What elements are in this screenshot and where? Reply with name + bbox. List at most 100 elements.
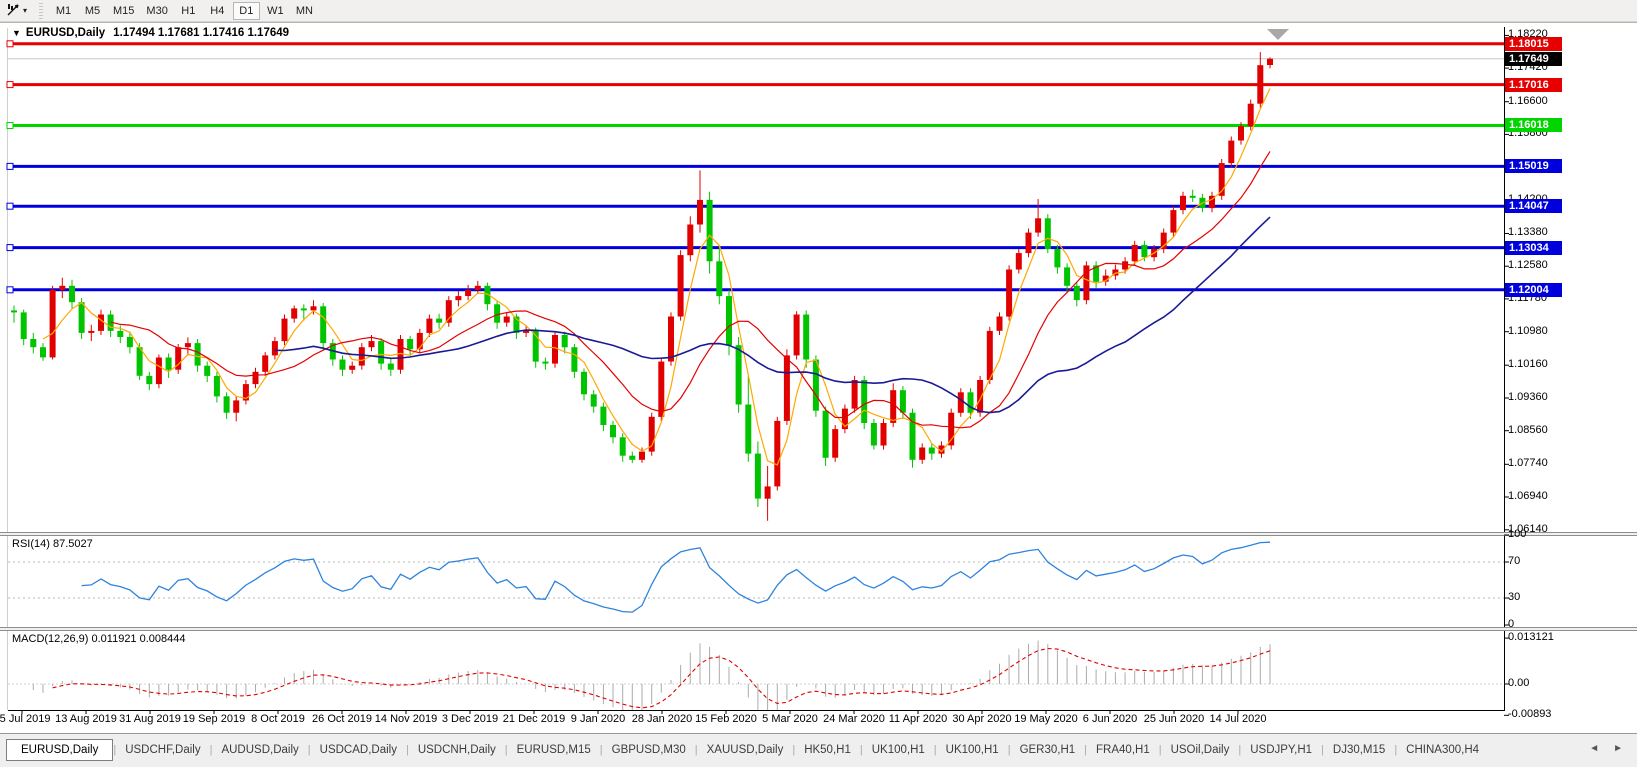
price-line-tag: 1.16018 [1505, 118, 1562, 133]
symbol-dropdown-icon[interactable]: ▼ [12, 28, 21, 38]
date-axis-label: 31 Aug 2019 [119, 713, 181, 725]
price-line-tag: 1.14047 [1505, 199, 1562, 214]
chart-shift-marker-icon[interactable] [1267, 29, 1289, 40]
rsi-name: RSI(14) [12, 538, 50, 550]
date-axis-label: 13 Aug 2019 [55, 713, 117, 725]
macd-name: MACD(12,26,9) [12, 633, 89, 645]
axis-ticks [21, 34, 1509, 716]
rsi-pane [8, 541, 1504, 613]
date-axis-label: 6 Jun 2020 [1082, 713, 1138, 725]
chart-tab-usdcnh-daily[interactable]: USDCNH,Daily [409, 740, 505, 760]
price-axis-label: 1.08560 [1508, 423, 1548, 436]
date-axis-label: 9 Jan 2020 [570, 713, 626, 725]
macd-signal-line [52, 647, 1271, 709]
scroll-tabs-right-icon[interactable]: ► [1613, 743, 1623, 754]
date-axis-label: 21 Dec 2019 [502, 713, 566, 725]
symbol-period-label: EURUSD,Daily [25, 27, 106, 39]
line-handle[interactable] [6, 286, 14, 294]
chart-tab-audusd-daily[interactable]: AUDUSD,Daily [212, 740, 307, 760]
macd-axis-label: 0.00 [1508, 677, 1530, 689]
rsi-line [81, 541, 1271, 613]
horizontal-lines [6, 40, 1504, 294]
current-price-tag: 1.17649 [1505, 51, 1562, 66]
price-axis-label: 1.10980 [1508, 324, 1548, 337]
macd-axis-label: 0.013121 [1508, 631, 1554, 644]
chart-tab-hk50-h1[interactable]: HK50,H1 [795, 740, 860, 760]
chart-tab-xauusd-daily[interactable]: XAUUSD,Daily [698, 740, 793, 760]
date-axis-label: 15 Feb 2020 [695, 713, 757, 725]
date-axis-label: 14 Nov 2019 [374, 713, 438, 725]
toolbar: ▾ M1 M5 M15 M30 H1 H4 D1 W1 MN [0, 0, 1637, 22]
chart-tab-bar: EURUSD,Daily | USDCHF,Daily | AUDUSD,Daily | U… [0, 733, 1637, 767]
line-handle[interactable] [6, 162, 14, 170]
date-axis-label: 3 Dec 2019 [441, 713, 499, 725]
rsi-axis-label: 100 [1508, 528, 1527, 540]
date-axis-label: 5 Mar 2020 [762, 713, 818, 725]
rsi-axis-label: 0 [1508, 618, 1515, 630]
rsi-indicator-label: RSI(14) 87.5027 [12, 538, 93, 550]
chart-tab-eurusd-daily[interactable]: EURUSD,Daily [6, 739, 114, 761]
chart-tabs: EURUSD,Daily | USDCHF,Daily | AUDUSD,Daily | U… [6, 737, 1488, 763]
ohlc-readout: 1.17494 1.17681 1.17416 1.17649 [113, 27, 290, 39]
chart-tab-dj30-m15[interactable]: DJ30,M15 [1324, 740, 1394, 760]
chart-tab-uk100-h1[interactable]: UK100,H1 [937, 740, 1008, 760]
date-axis-label: 11 Apr 2020 [888, 713, 948, 725]
price-line-tag: 1.15019 [1505, 159, 1562, 174]
date-axis-label: 19 May 2020 [1014, 713, 1078, 725]
chart-tab-fra40-h1[interactable]: FRA40,H1 [1087, 740, 1159, 760]
timeframe-button-h1[interactable]: H1 [175, 2, 202, 20]
price-chart-canvas[interactable] [0, 22, 1637, 733]
rsi-axis-label: 70 [1508, 555, 1521, 567]
timeframe-buttons: M1 M5 M15 M30 H1 H4 D1 W1 MN [49, 1, 319, 20]
chart-tab-ger30-h1[interactable]: GER30,H1 [1011, 740, 1085, 760]
price-axis-label: 1.09360 [1508, 390, 1548, 403]
chart-tab-eurusd-m15[interactable]: EURUSD,M15 [508, 740, 600, 760]
line-handle[interactable] [6, 81, 14, 89]
price-line-tag: 1.18015 [1505, 36, 1562, 51]
chart-tab-usdjpy-h1[interactable]: USDJPY,H1 [1241, 740, 1321, 760]
date-axis-label: 26 Oct 2019 [312, 713, 372, 725]
timeframe-button-w1[interactable]: W1 [262, 2, 289, 20]
macd-axis-label: -0.00893 [1508, 708, 1552, 721]
price-axis-label: 1.13380 [1508, 226, 1548, 239]
date-axis-label: 19 Sep 2019 [182, 713, 246, 725]
line-handle[interactable] [6, 244, 14, 252]
chart-tab-usdchf-daily[interactable]: USDCHF,Daily [116, 740, 209, 760]
timeframe-button-h4[interactable]: H4 [204, 2, 231, 20]
chart-tab-uk100-h1[interactable]: UK100,H1 [863, 740, 934, 760]
timeframe-button-m15[interactable]: M15 [108, 2, 139, 20]
toolbar-grip [39, 2, 44, 19]
rsi-value: 87.5027 [52, 538, 93, 550]
line-handle[interactable] [6, 202, 14, 210]
line-handle[interactable] [6, 40, 14, 48]
date-axis-label: 30 Apr 2020 [952, 713, 1012, 725]
line-handle[interactable] [6, 122, 14, 129]
chart-tool-icon [7, 2, 21, 19]
price-axis-label: 1.06940 [1508, 490, 1548, 503]
timeframe-button-d1[interactable]: D1 [232, 2, 260, 20]
chart-tab-usoil-daily[interactable]: USOil,Daily [1162, 740, 1239, 760]
chart-title: ▼ EURUSD,Daily 1.17494 1.17681 1.17416 1.1… [12, 27, 289, 39]
timeframe-button-mn[interactable]: MN [291, 2, 318, 20]
macd-pane [8, 640, 1504, 710]
chart-tab-china300-h4[interactable]: CHINA300,H4 [1397, 740, 1488, 760]
price-axis-label: 1.12580 [1508, 259, 1548, 272]
date-axis-label: 25 Jun 2020 [1143, 713, 1205, 725]
macd-indicator-label: MACD(12,26,9) 0.011921 0.008444 [12, 633, 185, 645]
price-line-tag: 1.17016 [1505, 77, 1562, 92]
date-axis-label: 24 Mar 2020 [823, 713, 885, 725]
chart-window[interactable]: ▼ EURUSD,Daily 1.17494 1.17681 1.17416 1.1… [0, 22, 1637, 733]
date-axis-label: 14 Jul 2020 [1209, 713, 1267, 725]
timeframe-button-m1[interactable]: M1 [50, 2, 77, 20]
price-axis-label: 1.07740 [1508, 457, 1548, 470]
chart-tool-button[interactable]: ▾ [3, 2, 31, 20]
date-axis-label: 8 Oct 2019 [251, 713, 305, 725]
timeframe-button-m30[interactable]: M30 [141, 2, 172, 20]
timeframe-button-m5[interactable]: M5 [79, 2, 106, 20]
date-axis-label: 25 Jul 2019 [0, 713, 51, 725]
chart-tab-gbpusd-m30[interactable]: GBPUSD,M30 [603, 740, 695, 760]
rsi-axis-label: 30 [1508, 591, 1521, 603]
scroll-tabs-left-icon[interactable]: ◄ [1589, 743, 1599, 754]
macd-values: 0.011921 0.008444 [91, 633, 186, 645]
chart-tab-usdcad-daily[interactable]: USDCAD,Daily [311, 740, 406, 760]
